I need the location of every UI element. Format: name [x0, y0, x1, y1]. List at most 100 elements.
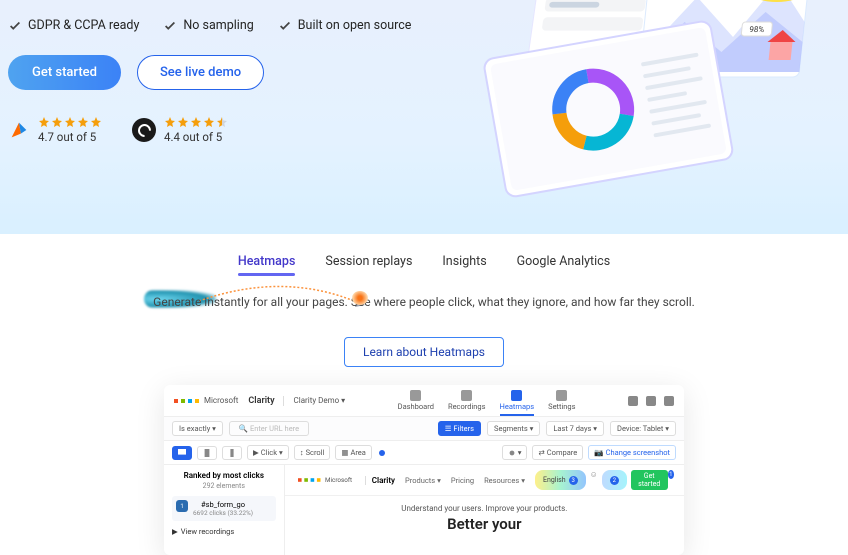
- nav-products[interactable]: Products ▾: [405, 476, 441, 485]
- help-icon[interactable]: [646, 396, 656, 406]
- microsoft-logo-icon: Microsoft: [174, 396, 238, 405]
- tabs-section: Heatmaps Session replays Insights Google…: [0, 234, 848, 555]
- hero-illustration: 98%: [448, 0, 848, 220]
- mobile-icon: [228, 449, 236, 457]
- mini-cta[interactable]: Get started: [631, 470, 668, 490]
- star-icon: [90, 116, 102, 128]
- tab-insights[interactable]: Insights: [442, 254, 486, 275]
- feature-text: No sampling: [183, 18, 253, 33]
- preview-nav: Dashboard Recordings Heatmaps Settings: [398, 390, 576, 411]
- date-range-dropdown[interactable]: Last 7 days ▾: [546, 421, 604, 436]
- settings-icon: [556, 390, 567, 401]
- change-screenshot-button[interactable]: 📷 Change screenshot: [588, 445, 676, 460]
- star-icon: [190, 116, 202, 128]
- feature-text: Built on open source: [298, 18, 412, 33]
- preview-header: Microsoft Clarity Clarity Demo ▾ Dashboa…: [164, 385, 684, 417]
- microsoft-logo-icon: Microsoft: [298, 476, 352, 483]
- mobile-view-button[interactable]: [222, 446, 242, 460]
- filter-bar: Is exactly ▾ 🔍 Enter URL here ☰ Filters …: [164, 417, 684, 441]
- filters-button[interactable]: ☰ Filters: [438, 421, 481, 436]
- segments-dropdown[interactable]: Segments ▾: [487, 421, 540, 436]
- hero-section: GDPR & CCPA ready No sampling Built on o…: [0, 0, 848, 234]
- microsoft-label: Microsoft: [204, 396, 238, 405]
- rating-capterra: 4.7 out of 5: [8, 116, 102, 144]
- tab-heatmaps[interactable]: Heatmaps: [238, 254, 296, 275]
- match-mode-dropdown[interactable]: Is exactly ▾: [172, 421, 223, 436]
- tabs: Heatmaps Session replays Insights Google…: [0, 254, 848, 275]
- element-stats: 6692 clicks (33.22%): [193, 509, 253, 517]
- heat-indicators: English3 ☺ 2 Get started 1: [535, 470, 674, 490]
- star-icon: [77, 116, 89, 128]
- pc-view-button[interactable]: [172, 446, 192, 460]
- site-nav: Products ▾ Pricing Resources ▾: [405, 476, 525, 485]
- check-icon: [278, 19, 292, 33]
- tablet-icon: [203, 449, 211, 457]
- live-demo-button[interactable]: See live demo: [137, 55, 264, 90]
- heatmaps-icon: [511, 390, 522, 401]
- learn-heatmaps-button[interactable]: Learn about Heatmaps: [344, 337, 504, 367]
- nav-dashboard[interactable]: Dashboard: [398, 390, 434, 411]
- tab-session-replays[interactable]: Session replays: [325, 254, 412, 275]
- cursor-heat-icon: [352, 291, 368, 305]
- feature-item: Built on open source: [278, 18, 412, 33]
- hero-title-line1: Better your: [299, 516, 670, 533]
- view-recordings-link[interactable]: ▶ View recordings: [172, 527, 276, 536]
- elements-sidebar: Ranked by most clicks 292 elements 1 #sb…: [164, 465, 285, 555]
- hero-badge: 98%: [749, 25, 765, 34]
- stars: [164, 116, 228, 128]
- nav-heatmaps[interactable]: Heatmaps: [500, 390, 535, 411]
- dashboard-icon: [410, 390, 421, 401]
- star-icon: [64, 116, 76, 128]
- upload-icon[interactable]: [628, 396, 638, 406]
- nav-pricing[interactable]: Pricing: [451, 476, 474, 485]
- rating-g2: 4.4 out of 5: [132, 116, 228, 144]
- active-dot-icon: [379, 450, 385, 456]
- tab-google-analytics[interactable]: Google Analytics: [517, 254, 611, 275]
- star-icon: [164, 116, 176, 128]
- url-input[interactable]: 🔍 Enter URL here: [229, 421, 309, 436]
- preview-main-hero: Understand your users. Improve your prod…: [285, 496, 684, 541]
- feature-item: No sampling: [163, 18, 253, 33]
- star-icon: [38, 116, 50, 128]
- hero-tagline: Understand your users. Improve your prod…: [299, 504, 670, 513]
- star-icon: [51, 116, 63, 128]
- capterra-logo-icon: [8, 119, 30, 141]
- compare-button[interactable]: ⇄ Compare: [532, 445, 583, 460]
- header-actions: [628, 396, 674, 406]
- element-selector: #sb_form_go: [193, 500, 253, 509]
- rank-badge: 1: [176, 500, 188, 512]
- area-mode-button[interactable]: ▦ Area: [335, 445, 372, 460]
- hide-toggle[interactable]: ▾: [502, 445, 528, 460]
- tablet-view-button[interactable]: [197, 446, 217, 460]
- g2-logo-icon: [132, 118, 156, 142]
- heat-badge: 1: [668, 470, 674, 479]
- nav-resources[interactable]: Resources ▾: [484, 476, 525, 485]
- rating-score: 4.4 out of 5: [164, 130, 228, 144]
- clarity-brand: Clarity: [248, 396, 283, 406]
- star-icon: [177, 116, 189, 128]
- nav-settings[interactable]: Settings: [548, 390, 575, 411]
- feature-text: GDPR & CCPA ready: [28, 18, 139, 33]
- scroll-mode-button[interactable]: ↕ Scroll: [294, 445, 331, 460]
- get-started-button[interactable]: Get started: [8, 55, 121, 90]
- clarity-brand-inner: Clarity: [365, 476, 395, 485]
- preview-body: Ranked by most clicks 292 elements 1 #sb…: [164, 465, 684, 555]
- user-icon[interactable]: [664, 396, 674, 406]
- preview-main: Microsoft Clarity Products ▾ Pricing Res…: [285, 465, 684, 555]
- heat-chip: 2: [602, 470, 627, 490]
- project-dropdown[interactable]: Clarity Demo ▾: [294, 396, 346, 405]
- recordings-icon: [461, 390, 472, 401]
- ranked-element-item[interactable]: 1 #sb_form_go 6692 clicks (33.22%): [172, 496, 276, 521]
- stars: [38, 116, 102, 128]
- star-icon: [203, 116, 215, 128]
- rating-score: 4.7 out of 5: [38, 130, 102, 144]
- feature-item: GDPR & CCPA ready: [8, 18, 139, 33]
- nav-recordings[interactable]: Recordings: [448, 390, 486, 411]
- check-icon: [163, 19, 177, 33]
- tab-description-text: Generate instantly for all your pages. S…: [153, 295, 695, 309]
- eye-icon: [508, 449, 516, 457]
- device-filter[interactable]: Device: Tablet ▾: [610, 421, 676, 436]
- sidebar-title: Ranked by most clicks: [172, 471, 276, 480]
- click-mode-button[interactable]: ▶ Click ▾: [247, 445, 289, 460]
- star-half-icon: [216, 116, 228, 128]
